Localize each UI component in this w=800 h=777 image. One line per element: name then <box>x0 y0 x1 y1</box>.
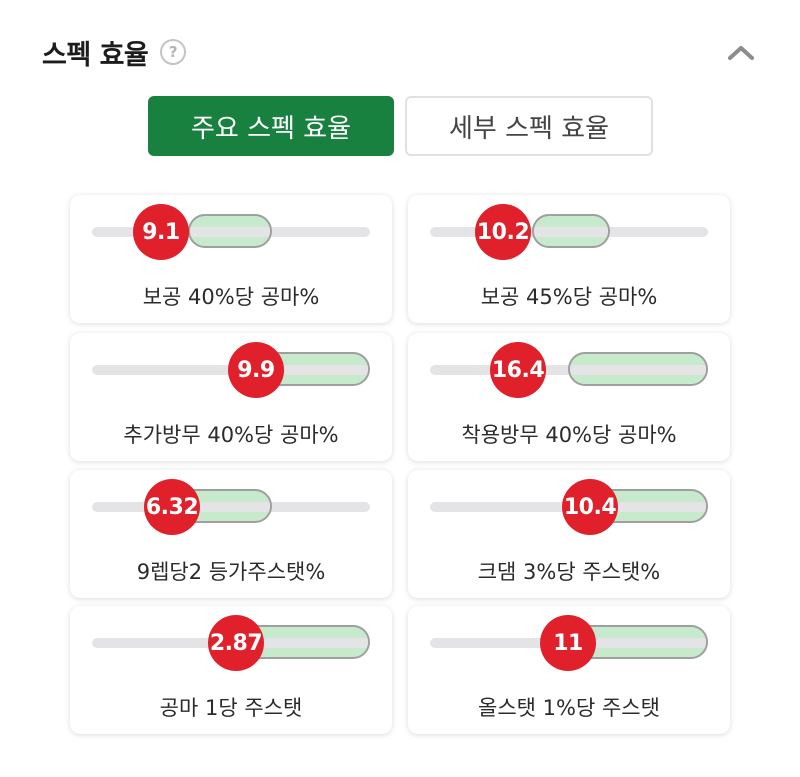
efficiency-range <box>188 214 272 248</box>
efficiency-label: 추가방무 40%당 공마% <box>123 423 339 447</box>
efficiency-card-boss-45b: 10.2 보공 45%당 공마% <box>408 195 730 323</box>
efficiency-card-extra-ied: 9.9 추가방무 40%당 공마% <box>70 333 392 461</box>
efficiency-range <box>568 352 708 386</box>
efficiency-value-badge: 16.4 <box>490 342 546 398</box>
efficiency-value-badge: 11 <box>540 615 596 671</box>
efficiency-label: 9렙당2 등가주스탯% <box>136 560 326 584</box>
efficiency-card-allstat: 11 올스탯 1%당 주스탯 <box>408 606 730 734</box>
efficiency-value-badge: 2.87 <box>208 615 264 671</box>
efficiency-card-attack: 2.87 공마 1당 주스탯 <box>70 606 392 734</box>
efficiency-label: 보공 45%당 공마% <box>480 285 658 309</box>
tab-main-spec-efficiency[interactable]: 주요 스펙 효율 <box>148 96 394 156</box>
help-icon[interactable]: ? <box>160 39 187 65</box>
efficiency-value-badge: 9.9 <box>228 342 284 398</box>
chevron-up-icon[interactable] <box>726 38 756 68</box>
efficiency-card-equip-ied: 16.4 착용방무 40%당 공마% <box>408 333 730 461</box>
efficiency-label: 올스탯 1%당 주스탯 <box>478 696 660 720</box>
tab-detail-spec-efficiency[interactable]: 세부 스펙 효율 <box>405 96 653 156</box>
section-header: 스펙 효율 ? <box>42 30 187 74</box>
efficiency-value-badge: 10.4 <box>562 479 618 535</box>
efficiency-value-badge: 9.1 <box>133 204 189 260</box>
efficiency-card-level: 6.32 9렙당2 등가주스탯% <box>70 470 392 598</box>
efficiency-card-crit-damage: 10.4 크댐 3%당 주스탯% <box>408 470 730 598</box>
efficiency-range <box>532 214 610 248</box>
efficiency-label: 착용방무 40%당 공마% <box>461 423 677 447</box>
efficiency-card-boss-45: 9.1 보공 40%당 공마% <box>70 195 392 323</box>
efficiency-label: 보공 40%당 공마% <box>142 285 320 309</box>
efficiency-label: 공마 1당 주스탯 <box>159 696 303 720</box>
efficiency-label: 크댐 3%당 주스탯% <box>477 560 661 584</box>
efficiency-value-badge: 10.2 <box>475 204 531 260</box>
efficiency-value-badge: 6.32 <box>144 479 200 535</box>
section-title: 스펙 효율 <box>42 39 149 71</box>
